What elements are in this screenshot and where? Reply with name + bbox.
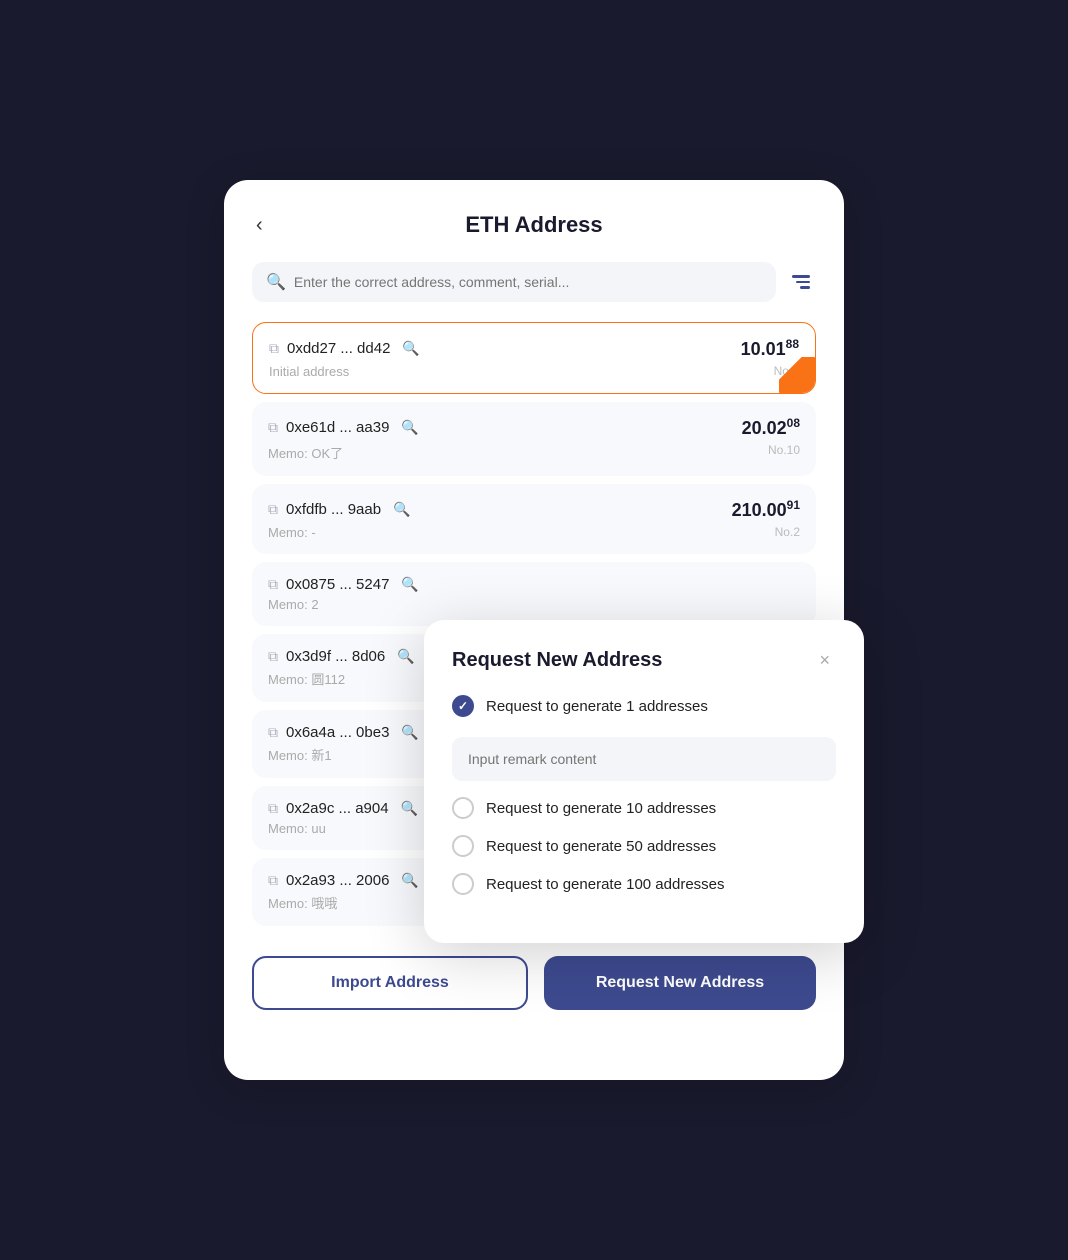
address-memo: Memo: 哦哦 [268, 893, 337, 912]
filter-button[interactable] [786, 269, 816, 295]
copy-icon[interactable]: ⧉ [269, 340, 279, 357]
address-memo: Memo: - [268, 525, 316, 540]
address-item[interactable]: ⧉ 0x0875 ... 5247 🔍 Memo: 2 [252, 562, 816, 626]
import-address-button[interactable]: Import Address [252, 956, 528, 1010]
radio-option[interactable]: Request to generate 100 addresses [452, 873, 836, 895]
address-memo: Memo: uu [268, 821, 326, 836]
address-left: ⧉ 0x3d9f ... 8d06 🔍 [268, 648, 415, 665]
address-hash: 0x2a9c ... a904 [286, 800, 389, 817]
radio-label-2: Request to generate 50 addresses [486, 838, 716, 855]
radio-label-3: Request to generate 100 addresses [486, 876, 725, 893]
address-bottom: Initial address No.0 [269, 364, 799, 379]
copy-icon[interactable]: ⧉ [268, 800, 278, 817]
copy-icon[interactable]: ⧉ [268, 724, 278, 741]
address-memo: Initial address [269, 364, 349, 379]
radio-circle-2 [452, 835, 474, 857]
address-left: ⧉ 0x2a9c ... a904 🔍 [268, 800, 418, 817]
address-amount: 210.0091 [732, 498, 800, 521]
radio-option-2[interactable]: Request to generate 50 addresses [452, 835, 836, 857]
address-left: ⧉ 0x6a4a ... 0be3 🔍 [268, 724, 419, 741]
address-search-icon[interactable]: 🔍 [393, 501, 410, 518]
radio-circle-1 [452, 797, 474, 819]
request-new-address-button[interactable]: Request New Address [544, 956, 816, 1010]
address-number: No.10 [768, 443, 800, 462]
address-search-icon[interactable]: 🔍 [401, 872, 418, 889]
copy-icon[interactable]: ⧉ [268, 501, 278, 518]
address-item-top: ⧉ 0xdd27 ... dd42 🔍 10.0188 [269, 337, 799, 360]
address-left: ⧉ 0xfdfb ... 9aab 🔍 [268, 501, 411, 518]
radio-label-0: Request to generate 1 addresses [486, 698, 708, 715]
address-hash: 0x0875 ... 5247 [286, 576, 389, 593]
address-left: ⧉ 0x2a93 ... 2006 🔍 [268, 872, 419, 889]
radio-option[interactable]: Request to generate 10 addresses [452, 797, 836, 819]
address-search-icon[interactable]: 🔍 [402, 340, 419, 357]
copy-icon[interactable]: ⧉ [268, 419, 278, 436]
radio-circle-0 [452, 695, 474, 717]
address-memo: Memo: 圆112 [268, 669, 345, 688]
radio-option-3[interactable]: Request to generate 100 addresses [452, 873, 836, 895]
copy-icon[interactable]: ⧉ [268, 872, 278, 889]
address-number: No.2 [775, 525, 800, 540]
address-item-top: ⧉ 0xe61d ... aa39 🔍 20.0208 [268, 416, 800, 439]
address-search-icon[interactable]: 🔍 [401, 576, 418, 593]
address-item[interactable]: ⧉ 0xe61d ... aa39 🔍 20.0208 Memo: OK了 No… [252, 402, 816, 476]
address-search-icon[interactable]: 🔍 [401, 724, 418, 741]
filter-icon [792, 275, 810, 289]
modal-options: Request to generate 1 addresses Request … [452, 695, 836, 895]
address-item[interactable]: ⧉ 0xdd27 ... dd42 🔍 10.0188 Initial addr… [252, 322, 816, 394]
request-new-address-modal: Request New Address × Request to generat… [424, 620, 864, 943]
search-row: 🔍 [252, 262, 816, 302]
address-memo: Memo: OK了 [268, 443, 343, 462]
address-memo: Memo: 新1 [268, 745, 332, 764]
copy-icon[interactable]: ⧉ [268, 576, 278, 593]
address-hash: 0xfdfb ... 9aab [286, 501, 381, 518]
modal-title: Request New Address [452, 649, 662, 672]
bottom-buttons: Import Address Request New Address [252, 956, 816, 1010]
header: ‹ ETH Address [252, 212, 816, 238]
address-search-icon[interactable]: 🔍 [401, 419, 418, 436]
address-left: ⧉ 0x0875 ... 5247 🔍 [268, 576, 419, 593]
search-box: 🔍 [252, 262, 776, 302]
address-item[interactable]: ⧉ 0xfdfb ... 9aab 🔍 210.0091 Memo: - No.… [252, 484, 816, 554]
address-bottom: Memo: OK了 No.10 [268, 443, 800, 462]
address-search-icon[interactable]: 🔍 [397, 648, 414, 665]
address-hash: 0x2a93 ... 2006 [286, 872, 389, 889]
address-left: ⧉ 0xdd27 ... dd42 🔍 [269, 340, 420, 357]
radio-circle-3 [452, 873, 474, 895]
address-bottom: Memo: - No.2 [268, 525, 800, 540]
radio-option[interactable]: Request to generate 1 addresses [452, 695, 836, 717]
address-hash: 0x6a4a ... 0be3 [286, 724, 389, 741]
active-corner [779, 357, 815, 393]
radio-option[interactable]: Request to generate 50 addresses [452, 835, 836, 857]
address-item-top: ⧉ 0xfdfb ... 9aab 🔍 210.0091 [268, 498, 800, 521]
search-icon: 🔍 [266, 272, 286, 292]
address-hash: 0x3d9f ... 8d06 [286, 648, 385, 665]
address-memo: Memo: 2 [268, 597, 319, 612]
address-hash: 0xdd27 ... dd42 [287, 340, 390, 357]
main-card: ‹ ETH Address 🔍 ⧉ 0xdd27 ... dd42 🔍 10.0… [224, 180, 844, 1080]
address-bottom: Memo: 2 [268, 597, 800, 612]
radio-option-0[interactable]: Request to generate 1 addresses [452, 695, 836, 717]
address-item-top: ⧉ 0x0875 ... 5247 🔍 [268, 576, 800, 593]
remark-input[interactable] [452, 737, 836, 781]
search-input[interactable] [294, 274, 762, 290]
radio-option-1[interactable]: Request to generate 10 addresses [452, 797, 836, 819]
copy-icon[interactable]: ⧉ [268, 648, 278, 665]
address-search-icon[interactable]: 🔍 [401, 800, 418, 817]
modal-header: Request New Address × [452, 648, 836, 673]
address-hash: 0xe61d ... aa39 [286, 419, 389, 436]
modal-close-button[interactable]: × [813, 648, 836, 673]
address-amount: 20.0208 [742, 416, 800, 439]
radio-label-1: Request to generate 10 addresses [486, 800, 716, 817]
page-title: ETH Address [465, 212, 602, 238]
address-left: ⧉ 0xe61d ... aa39 🔍 [268, 419, 419, 436]
back-button[interactable]: ‹ [252, 210, 267, 241]
